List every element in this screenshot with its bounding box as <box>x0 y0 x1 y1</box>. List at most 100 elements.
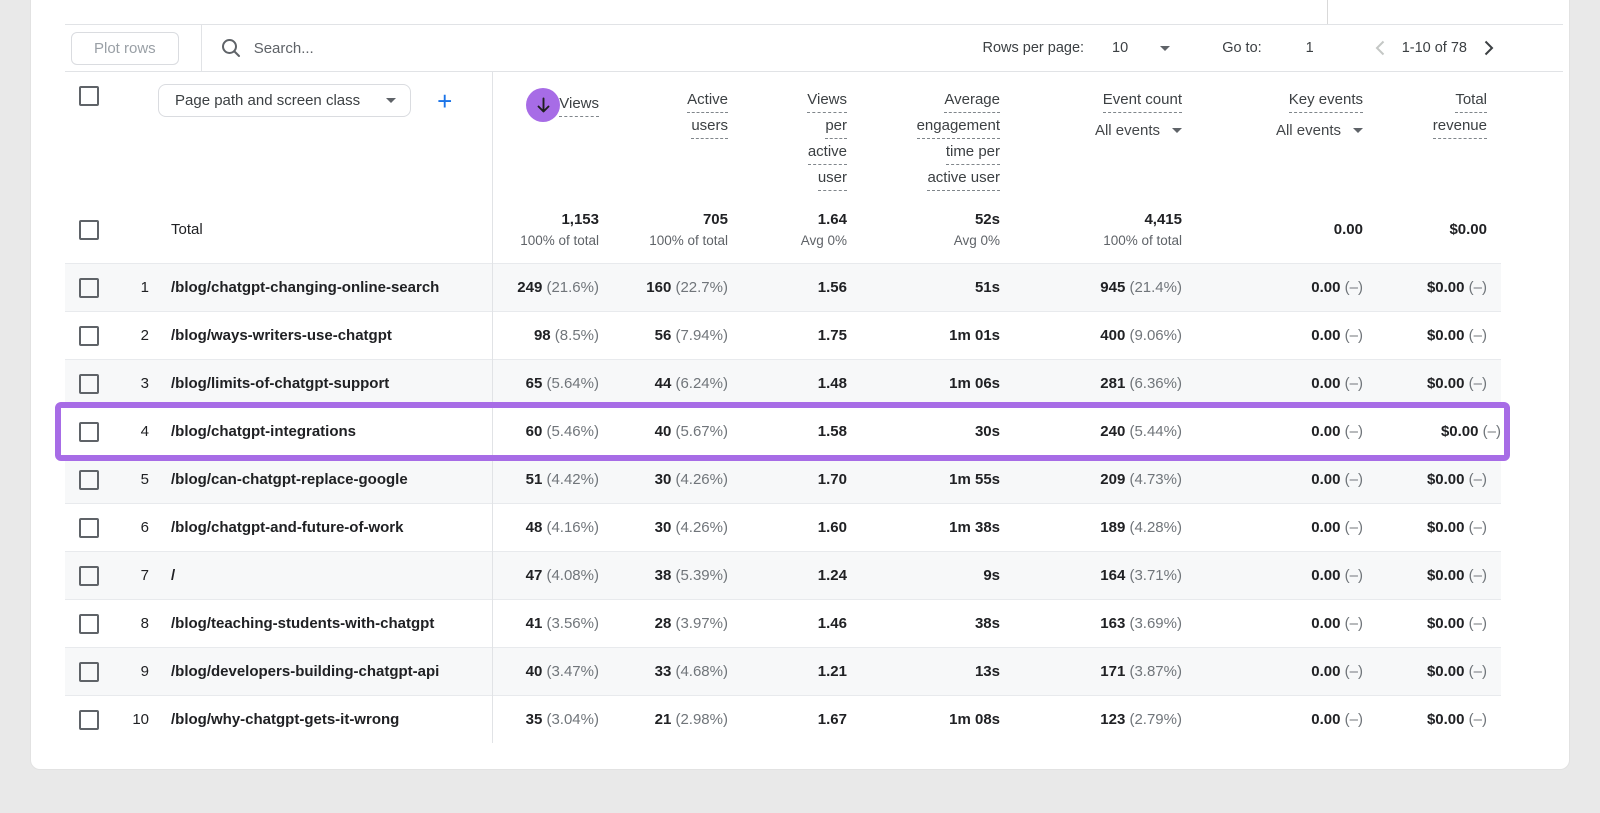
row-checkbox[interactable] <box>79 470 99 490</box>
metric-value: 28 <box>655 615 672 632</box>
metric-value: 47 <box>526 567 543 584</box>
metric-percent: (3.97%) <box>671 615 728 632</box>
metric-value: 0.00 <box>1311 375 1340 392</box>
caret-down-icon <box>386 98 396 103</box>
table-row: 6/blog/chatgpt-and-future-of-work48 (4.1… <box>65 503 1501 551</box>
row-number: 10 <box>129 711 153 728</box>
row-checkbox[interactable] <box>79 374 99 394</box>
column-header-line: active user <box>927 166 1000 192</box>
metric-cell-views-per-active-user: 1.58 <box>728 423 847 440</box>
metric-value: 1.56 <box>818 279 847 296</box>
page-path-cell: /blog/chatgpt-integrations <box>153 423 490 440</box>
totals-cell-active-users: 705100% of total <box>599 211 728 248</box>
metric-value: 21 <box>655 711 672 728</box>
table-body: 1/blog/chatgpt-changing-online-search249… <box>65 263 1501 743</box>
metric-cell-views-per-active-user: 1.60 <box>728 519 847 536</box>
goto-page-input[interactable] <box>1292 40 1328 56</box>
totals-value: 52s <box>975 211 1000 228</box>
metric-percent: (21.4%) <box>1125 279 1182 296</box>
row-checkbox[interactable] <box>79 422 99 442</box>
dimension-cell: Page path and screen class + <box>158 84 490 117</box>
column-header-key-events[interactable]: Key eventsAll events <box>1182 72 1363 139</box>
metric-cell-total-revenue: $0.00 (–) <box>1363 711 1501 728</box>
metric-cell-key-events: 0.00 (–) <box>1182 423 1363 440</box>
metric-percent: (–) <box>1341 327 1364 344</box>
metric-value: 171 <box>1100 663 1125 680</box>
add-dimension-button[interactable]: + <box>437 88 452 114</box>
previous-page-button[interactable] <box>1372 37 1388 59</box>
metric-percent: (–) <box>1465 327 1488 344</box>
rows-per-page-dropdown[interactable]: 10 <box>1112 40 1170 56</box>
row-checkbox[interactable] <box>79 710 99 730</box>
metric-value: 38s <box>975 615 1000 632</box>
card-top-strip <box>31 0 1569 24</box>
row-checkbox-cell <box>65 662 129 682</box>
key-events-filter-dropdown[interactable]: All events <box>1276 122 1363 139</box>
metric-value: $0.00 <box>1441 423 1479 440</box>
metric-cell-event-count: 163 (3.69%) <box>1000 615 1182 632</box>
column-header-line: revenue <box>1433 114 1487 140</box>
row-checkbox[interactable] <box>79 518 99 538</box>
row-checkbox-cell <box>65 422 129 442</box>
metric-percent: (5.46%) <box>542 423 599 440</box>
metric-cell-event-count: 164 (3.71%) <box>1000 567 1182 584</box>
caret-down-icon <box>1160 46 1170 51</box>
totals-value: 1,153 <box>561 211 599 228</box>
metric-value: 48 <box>526 519 543 536</box>
metric-cell-key-events: 0.00 (–) <box>1182 375 1363 392</box>
metric-value: 0.00 <box>1311 567 1340 584</box>
metric-cell-views: 48 (4.16%) <box>490 519 599 536</box>
metric-value: 30 <box>655 519 672 536</box>
row-checkbox[interactable] <box>79 326 99 346</box>
row-checkbox[interactable] <box>79 566 99 586</box>
event-count-filter-dropdown[interactable]: All events <box>1095 122 1182 139</box>
table-row: 9/blog/developers-building-chatgpt-api40… <box>65 647 1501 695</box>
next-page-button[interactable] <box>1481 37 1497 59</box>
goto-label: Go to: <box>1222 40 1262 56</box>
metric-percent: (5.39%) <box>671 567 728 584</box>
row-checkbox[interactable] <box>79 614 99 634</box>
column-header-avg-engagement-time[interactable]: Averageengagementtime peractive user <box>847 72 1000 192</box>
row-checkbox-cell <box>65 710 129 730</box>
metric-cell-views-per-active-user: 1.56 <box>728 279 847 296</box>
select-all-checkbox[interactable] <box>79 86 99 106</box>
column-label: Total <box>1455 88 1487 113</box>
column-header-active-users[interactable]: Activeusers <box>599 72 728 140</box>
column-header-views[interactable]: Views <box>490 72 599 122</box>
row-checkbox[interactable] <box>79 662 99 682</box>
column-header-views-per-active-user[interactable]: Viewsperactiveuser <box>728 72 847 192</box>
column-header-line: active <box>808 140 847 166</box>
metric-percent: (–) <box>1341 615 1364 632</box>
metric-percent: (5.44%) <box>1125 423 1182 440</box>
pagination-range: 1-10 of 78 <box>1402 40 1467 56</box>
dimension-selector-dropdown[interactable]: Page path and screen class <box>158 84 411 117</box>
metric-cell-event-count: 123 (2.79%) <box>1000 711 1182 728</box>
metric-value: 1.58 <box>818 423 847 440</box>
totals-checkbox[interactable] <box>79 220 99 240</box>
column-header-total-revenue[interactable]: Totalrevenue <box>1363 72 1501 140</box>
column-header-line: Active <box>687 88 728 114</box>
rows-per-page-label: Rows per page: <box>982 40 1084 56</box>
metric-percent: (2.79%) <box>1125 711 1182 728</box>
column-label: active user <box>927 166 1000 191</box>
row-number: 8 <box>129 615 153 632</box>
metric-cell-views: 51 (4.42%) <box>490 471 599 488</box>
page-path-cell: /blog/why-chatgpt-gets-it-wrong <box>153 711 490 728</box>
metric-value: 1m 06s <box>949 375 1000 392</box>
plot-rows-button[interactable]: Plot rows <box>71 32 179 65</box>
totals-subtext: Avg 0% <box>801 233 847 248</box>
metric-percent: (–) <box>1341 279 1364 296</box>
column-header-event-count[interactable]: Event countAll events <box>1000 72 1182 139</box>
metric-cell-event-count: 171 (3.87%) <box>1000 663 1182 680</box>
metric-cell-event-count: 209 (4.73%) <box>1000 471 1182 488</box>
row-checkbox[interactable] <box>79 278 99 298</box>
totals-value: 705 <box>703 211 728 228</box>
search-input[interactable] <box>254 40 574 57</box>
sort-arrow-highlight-circle <box>526 88 560 122</box>
column-header-line: users <box>691 114 728 140</box>
table-row: 8/blog/teaching-students-with-chatgpt41 … <box>65 599 1501 647</box>
top-divider <box>1327 0 1328 24</box>
column-label: user <box>818 166 847 191</box>
metric-cell-total-revenue: $0.00 (–) <box>1363 279 1501 296</box>
metric-cell-avg-engagement-time: 1m 08s <box>847 711 1000 728</box>
